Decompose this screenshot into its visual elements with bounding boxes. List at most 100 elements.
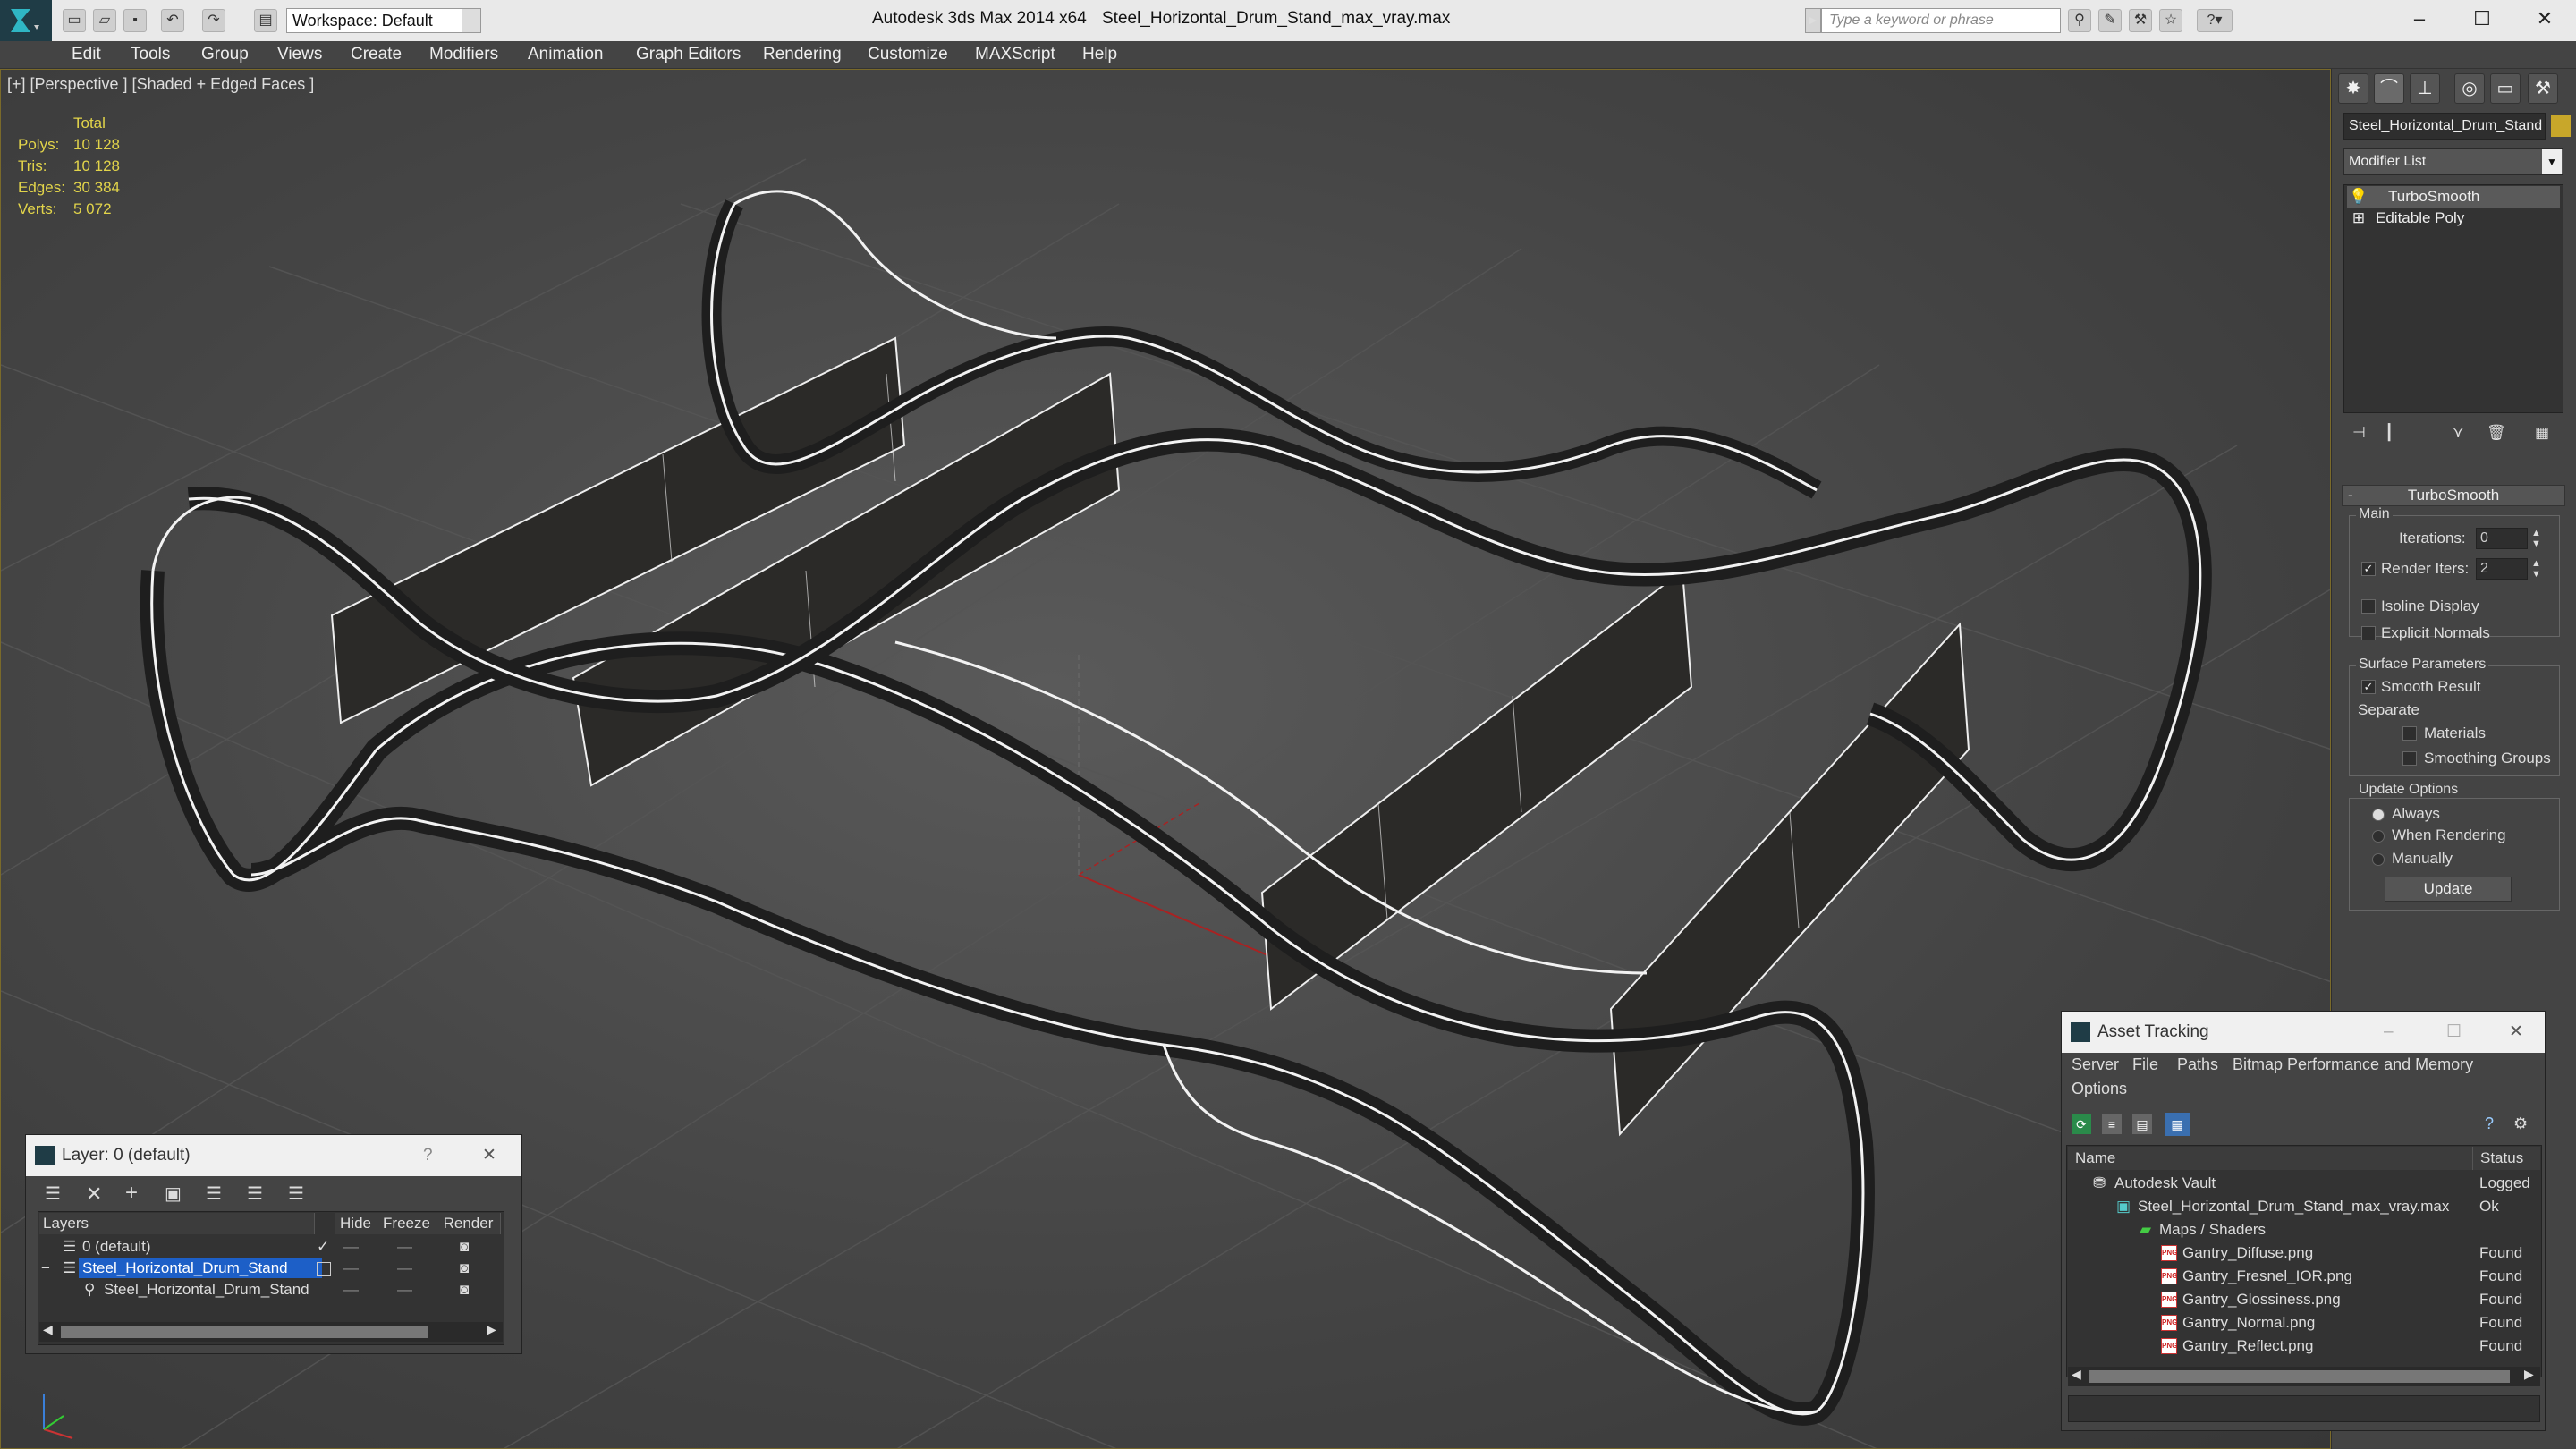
freeze-toggle-icon[interactable]: — bbox=[397, 1258, 412, 1279]
make-unique-icon[interactable]: ⋎ bbox=[2453, 424, 2463, 442]
explicit-normals-checkbox[interactable] bbox=[2361, 626, 2376, 640]
smooth-result-checkbox[interactable]: ✓ bbox=[2361, 680, 2376, 694]
maximize-icon[interactable]: ☐ bbox=[2446, 1012, 2462, 1053]
motion-tab-icon[interactable]: ◎ bbox=[2454, 73, 2485, 104]
render-toggle-icon[interactable]: ◙ bbox=[460, 1279, 469, 1301]
asset-menu-paths[interactable]: Paths bbox=[2177, 1053, 2218, 1076]
column-header-status[interactable]: Status bbox=[2472, 1147, 2523, 1170]
column-header-hide[interactable]: Hide bbox=[335, 1213, 377, 1234]
maximize-icon[interactable]: ☐ bbox=[2453, 0, 2512, 41]
add-to-layer-icon[interactable]: + bbox=[125, 1181, 138, 1206]
layer-row[interactable]: ⚲ Steel_Horizontal_Drum_Stand — — ◙ bbox=[39, 1279, 503, 1301]
chevron-down-icon[interactable]: ▼ bbox=[462, 8, 481, 33]
menu-help[interactable]: Help bbox=[1082, 41, 1117, 68]
always-radio[interactable] bbox=[2372, 809, 2385, 821]
thumbnail-view-icon[interactable]: ▤ bbox=[2132, 1114, 2152, 1134]
subscription-icon[interactable]: ⚒ bbox=[2129, 9, 2152, 32]
bulb-icon[interactable]: 💡 bbox=[2347, 186, 2370, 208]
object-name-field[interactable]: Steel_Horizontal_Drum_Stand bbox=[2343, 113, 2546, 140]
scroll-thumb[interactable] bbox=[2089, 1370, 2510, 1383]
menu-rendering[interactable]: Rendering bbox=[763, 41, 842, 68]
column-header-name[interactable]: Name bbox=[2075, 1147, 2115, 1170]
hide-toggle-icon[interactable]: — bbox=[343, 1258, 359, 1279]
undo-icon[interactable]: ↶ bbox=[161, 9, 184, 32]
asset-row[interactable]: ▰ Maps / Shaders bbox=[2068, 1218, 2540, 1241]
favorites-star-icon[interactable]: ☆ bbox=[2159, 9, 2182, 32]
expand-plus-icon[interactable]: ⊞ bbox=[2347, 208, 2370, 229]
column-header-render[interactable]: Render bbox=[436, 1213, 501, 1234]
new-file-icon[interactable]: ▭ bbox=[63, 9, 86, 32]
modify-tab-icon[interactable]: ⌒ bbox=[2374, 73, 2404, 104]
save-file-icon[interactable]: ▪ bbox=[123, 9, 147, 32]
asset-menu-file[interactable]: File bbox=[2132, 1053, 2158, 1076]
render-toggle-icon[interactable]: ◙ bbox=[460, 1236, 469, 1258]
select-objects-icon[interactable]: ▣ bbox=[165, 1182, 182, 1205]
object-color-swatch[interactable] bbox=[2551, 115, 2571, 137]
manually-radio[interactable] bbox=[2372, 853, 2385, 866]
asset-menu-server[interactable]: Server bbox=[2072, 1053, 2119, 1076]
help-icon[interactable]: ? bbox=[423, 1135, 433, 1176]
asset-scrollbar[interactable]: ◀ ▶ bbox=[2068, 1367, 2540, 1386]
minimize-icon[interactable]: – bbox=[2384, 1012, 2394, 1053]
modifier-list-dropdown[interactable]: Modifier List bbox=[2343, 148, 2563, 175]
spinner-arrows-icon[interactable]: ▲ ▼ bbox=[2531, 528, 2541, 549]
refresh-icon[interactable]: ⟳ bbox=[2072, 1114, 2091, 1134]
layer-row-selected[interactable]: − ☰ Steel_Horizontal_Drum_Stand — — ◙ bbox=[39, 1258, 503, 1279]
close-icon[interactable]: ✕ bbox=[2515, 0, 2574, 41]
asset-row[interactable]: PNG Gantry_Diffuse.png Found bbox=[2068, 1241, 2540, 1265]
list-view-icon[interactable]: ≡ bbox=[2102, 1114, 2122, 1134]
asset-row[interactable]: PNG Gantry_Glossiness.png Found bbox=[2068, 1288, 2540, 1311]
asset-row[interactable]: PNG Gantry_Reflect.png Found bbox=[2068, 1335, 2540, 1358]
isoline-display-checkbox[interactable] bbox=[2361, 599, 2376, 614]
menu-customize[interactable]: Customize bbox=[868, 41, 948, 68]
hierarchy-tab-icon[interactable]: ⊥ bbox=[2410, 73, 2440, 104]
table-view-icon[interactable]: ▦ bbox=[2165, 1113, 2190, 1136]
iterations-spinner[interactable]: 0 bbox=[2476, 528, 2528, 549]
help-icon[interactable]: ?▾ bbox=[2197, 9, 2233, 32]
asset-menu-options[interactable]: Options bbox=[2072, 1077, 2127, 1100]
binoculars-icon[interactable]: ⚲ bbox=[2068, 9, 2091, 32]
render-toggle-icon[interactable]: ◙ bbox=[460, 1258, 469, 1279]
asset-menu-bitmap-performance[interactable]: Bitmap Performance and Memory bbox=[2233, 1053, 2473, 1076]
collapse-icon[interactable]: - bbox=[2348, 486, 2353, 505]
minimize-icon[interactable]: – bbox=[2390, 0, 2449, 41]
layer-dialog-titlebar[interactable]: Layer: 0 (default) ? ✕ bbox=[26, 1135, 521, 1176]
asset-row[interactable]: PNG Gantry_Fresnel_IOR.png Found bbox=[2068, 1265, 2540, 1288]
scroll-left-icon[interactable]: ◀ bbox=[2072, 1367, 2081, 1382]
smoothing-groups-checkbox[interactable] bbox=[2402, 751, 2417, 766]
scroll-left-icon[interactable]: ◀ bbox=[43, 1322, 53, 1337]
asset-row[interactable]: ▣ Steel_Horizontal_Drum_Stand_max_vray.m… bbox=[2068, 1195, 2540, 1218]
project-folder-icon[interactable]: ▤ bbox=[254, 9, 277, 32]
freeze-all-icon[interactable]: ☰ bbox=[288, 1182, 304, 1205]
menu-tools[interactable]: Tools bbox=[131, 41, 170, 68]
menu-modifiers[interactable]: Modifiers bbox=[429, 41, 498, 68]
hide-toggle-icon[interactable]: — bbox=[343, 1279, 359, 1301]
menu-graph-editors[interactable]: Graph Editors bbox=[636, 41, 741, 68]
when-rendering-radio[interactable] bbox=[2372, 830, 2385, 843]
stack-item-editable-poly[interactable]: ⊞ Editable Poly bbox=[2347, 208, 2560, 229]
close-icon[interactable]: ✕ bbox=[482, 1135, 496, 1176]
highlight-layer-icon[interactable]: ☰ bbox=[206, 1182, 222, 1205]
menu-group[interactable]: Group bbox=[201, 41, 249, 68]
pin-stack-icon[interactable]: ⊣ bbox=[2352, 424, 2366, 442]
asset-row[interactable]: ⛃ Autodesk Vault Logged bbox=[2068, 1172, 2540, 1195]
workspace-dropdown[interactable]: Workspace: Default bbox=[286, 8, 481, 33]
column-header-layers[interactable]: Layers bbox=[39, 1213, 315, 1234]
remove-modifier-icon[interactable]: 🗑 bbox=[2487, 424, 2506, 442]
materials-checkbox[interactable] bbox=[2402, 726, 2417, 741]
layer-row[interactable]: ☰ 0 (default) ✓ — — ◙ bbox=[39, 1236, 503, 1258]
display-tab-icon[interactable]: ▭ bbox=[2490, 73, 2521, 104]
help-icon[interactable]: ? bbox=[2485, 1114, 2494, 1133]
menu-views[interactable]: Views bbox=[277, 41, 322, 68]
menu-edit[interactable]: Edit bbox=[72, 41, 101, 68]
active-layer-check-icon[interactable]: ✓ bbox=[317, 1236, 329, 1258]
redo-icon[interactable]: ↷ bbox=[202, 9, 225, 32]
show-end-result-icon[interactable]: ┃ bbox=[2385, 424, 2394, 442]
render-iters-spinner[interactable]: 2 bbox=[2476, 558, 2528, 580]
scroll-right-icon[interactable]: ▶ bbox=[2524, 1367, 2534, 1382]
menu-create[interactable]: Create bbox=[351, 41, 402, 68]
layer-box-icon[interactable] bbox=[317, 1262, 331, 1276]
search-expand-icon[interactable]: ▶ bbox=[1805, 8, 1821, 33]
turbosmooth-rollout-header[interactable]: - TurboSmooth bbox=[2342, 485, 2565, 506]
configure-sets-icon[interactable]: ▦ bbox=[2535, 424, 2549, 442]
